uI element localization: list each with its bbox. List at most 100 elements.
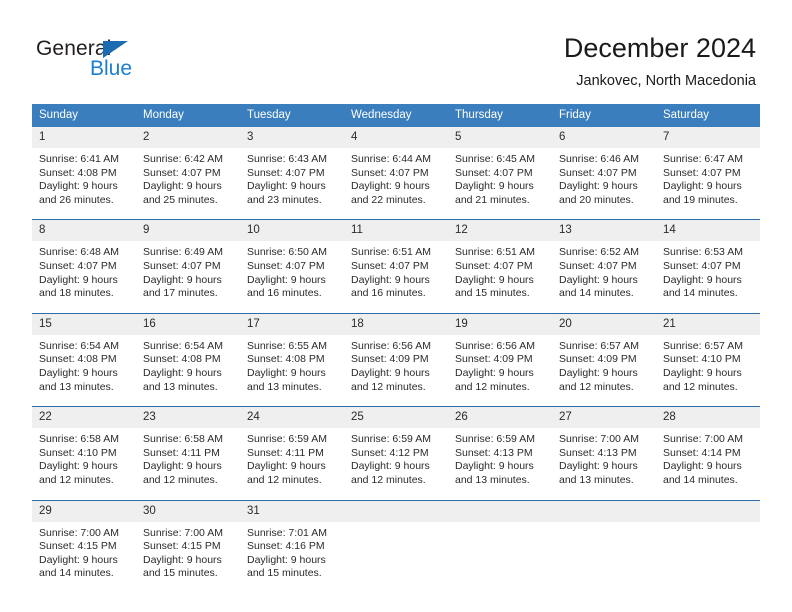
day-number (552, 500, 656, 522)
calendar-day-cell[interactable]: 1 Sunrise: 6:41 AM Sunset: 4:08 PM Daylight… (32, 127, 136, 220)
sunset-text: Sunset: 4:07 PM (351, 259, 429, 272)
calendar-week-row: 29 Sunrise: 7:00 AM Sunset: 4:15 PM Dayligh… (32, 499, 760, 593)
sunrise-text: Sunrise: 6:48 AM (39, 246, 119, 259)
day-number: 9 (136, 220, 240, 242)
day-number: 24 (240, 407, 344, 429)
calendar-day-cell[interactable]: 22 Sunrise: 6:58 AM Sunset: 4:10 PM Dayligh… (32, 406, 136, 500)
calendar-body: 1 Sunrise: 6:41 AM Sunset: 4:08 PM Daylight… (32, 127, 760, 593)
calendar-day-cell[interactable]: 18 Sunrise: 6:56 AM Sunset: 4:09 PM Dayligh… (344, 312, 448, 407)
daylight-text-cont: and 21 minutes. (455, 193, 530, 206)
calendar-day-cell[interactable]: 23 Sunrise: 6:58 AM Sunset: 4:11 PM Dayligh… (136, 406, 240, 500)
daylight-text-cont: and 14 minutes. (39, 567, 114, 580)
calendar-day-cell[interactable]: 26 Sunrise: 6:59 AM Sunset: 4:13 PM Dayligh… (448, 406, 552, 500)
sunrise-text: Sunrise: 6:52 AM (559, 246, 639, 259)
sunset-text: Sunset: 4:15 PM (143, 540, 221, 553)
sunrise-text: Sunrise: 7:00 AM (663, 433, 743, 446)
daylight-text-cont: and 14 minutes. (559, 287, 634, 300)
daylight-text: Daylight: 9 hours (39, 460, 118, 473)
sunset-text: Sunset: 4:08 PM (39, 353, 117, 366)
daylight-text-cont: and 14 minutes. (663, 287, 738, 300)
calendar-day-cell[interactable]: 2 Sunrise: 6:42 AM Sunset: 4:07 PM Daylight… (136, 127, 240, 220)
sunrise-text: Sunrise: 6:51 AM (351, 246, 431, 259)
daylight-text-cont: and 13 minutes. (39, 380, 114, 393)
calendar-table: Sunday Monday Tuesday Wednesday Thursday… (32, 104, 760, 593)
sunrise-text: Sunrise: 7:00 AM (39, 526, 119, 539)
calendar-day-cell[interactable]: 25 Sunrise: 6:59 AM Sunset: 4:12 PM Dayligh… (344, 406, 448, 500)
calendar-day-cell[interactable]: 6 Sunrise: 6:46 AM Sunset: 4:07 PM Daylight… (552, 127, 656, 220)
calendar-day-cell[interactable]: 5 Sunrise: 6:45 AM Sunset: 4:07 PM Daylight… (448, 127, 552, 220)
weekday-header-saturday: Saturday (656, 104, 760, 127)
calendar-day-cell[interactable]: 9 Sunrise: 6:49 AM Sunset: 4:07 PM Daylight… (136, 219, 240, 314)
calendar-day-cell[interactable]: 17 Sunrise: 6:55 AM Sunset: 4:08 PM Dayligh… (240, 312, 344, 407)
calendar-day-cell[interactable]: 19 Sunrise: 6:56 AM Sunset: 4:09 PM Dayligh… (448, 312, 552, 407)
sunset-text: Sunset: 4:08 PM (39, 166, 117, 179)
daylight-text-cont: and 26 minutes. (39, 193, 114, 206)
calendar-day-cell[interactable]: 4 Sunrise: 6:44 AM Sunset: 4:07 PM Daylight… (344, 127, 448, 220)
day-details: Sunrise: 6:48 AM Sunset: 4:07 PM Daylight:… (32, 241, 136, 312)
day-details: Sunrise: 6:52 AM Sunset: 4:07 PM Daylight:… (552, 241, 656, 312)
daylight-text: Daylight: 9 hours (143, 460, 222, 473)
calendar-day-cell[interactable]: 30 Sunrise: 7:00 AM Sunset: 4:15 PM Dayligh… (136, 499, 240, 593)
daylight-text: Daylight: 9 hours (663, 460, 742, 473)
daylight-text: Daylight: 9 hours (559, 460, 638, 473)
sunset-text: Sunset: 4:09 PM (351, 353, 429, 366)
calendar-day-cell[interactable]: 11 Sunrise: 6:51 AM Sunset: 4:07 PM Dayligh… (344, 219, 448, 314)
calendar-day-cell[interactable]: 14 Sunrise: 6:53 AM Sunset: 4:07 PM Dayligh… (656, 219, 760, 314)
sunset-text: Sunset: 4:10 PM (663, 353, 741, 366)
day-number: 1 (32, 127, 136, 148)
sunset-text: Sunset: 4:13 PM (455, 446, 533, 459)
calendar-day-cell[interactable]: 27 Sunrise: 7:00 AM Sunset: 4:13 PM Dayligh… (552, 406, 656, 500)
day-number: 6 (552, 127, 656, 148)
daylight-text: Daylight: 9 hours (143, 273, 222, 286)
daylight-text-cont: and 12 minutes. (351, 380, 426, 393)
calendar-day-cell[interactable]: 13 Sunrise: 6:52 AM Sunset: 4:07 PM Dayligh… (552, 219, 656, 314)
calendar-day-cell[interactable]: 29 Sunrise: 7:00 AM Sunset: 4:15 PM Dayligh… (32, 499, 136, 593)
day-details (344, 522, 448, 580)
day-details: Sunrise: 6:59 AM Sunset: 4:13 PM Daylight:… (448, 428, 552, 499)
day-details: Sunrise: 6:47 AM Sunset: 4:07 PM Daylight:… (656, 148, 760, 219)
brand-logo[interactable]: General Blue (36, 38, 226, 88)
daylight-text-cont: and 22 minutes. (351, 193, 426, 206)
calendar-day-cell[interactable]: 12 Sunrise: 6:51 AM Sunset: 4:07 PM Dayligh… (448, 219, 552, 314)
daylight-text: Daylight: 9 hours (143, 180, 222, 193)
day-details: Sunrise: 7:01 AM Sunset: 4:16 PM Daylight:… (240, 522, 344, 593)
weekday-header-sunday: Sunday (32, 104, 136, 127)
sunrise-text: Sunrise: 6:44 AM (351, 153, 431, 165)
calendar-day-cell[interactable]: 3 Sunrise: 6:43 AM Sunset: 4:07 PM Daylight… (240, 127, 344, 220)
calendar-day-cell[interactable]: 15 Sunrise: 6:54 AM Sunset: 4:08 PM Dayligh… (32, 312, 136, 407)
day-number: 30 (136, 500, 240, 522)
calendar-day-cell[interactable]: 8 Sunrise: 6:48 AM Sunset: 4:07 PM Daylight… (32, 219, 136, 314)
day-details: Sunrise: 6:43 AM Sunset: 4:07 PM Daylight:… (240, 148, 344, 219)
day-number: 26 (448, 407, 552, 429)
calendar-day-cell[interactable]: 10 Sunrise: 6:50 AM Sunset: 4:07 PM Dayligh… (240, 219, 344, 314)
sunrise-text: Sunrise: 6:50 AM (247, 246, 327, 259)
sunrise-text: Sunrise: 6:41 AM (39, 153, 119, 165)
day-details: Sunrise: 7:00 AM Sunset: 4:13 PM Daylight:… (552, 428, 656, 499)
day-number: 19 (448, 313, 552, 335)
sunset-text: Sunset: 4:07 PM (39, 259, 117, 272)
calendar-day-cell[interactable]: 31 Sunrise: 7:01 AM Sunset: 4:16 PM Dayligh… (240, 499, 344, 593)
sunset-text: Sunset: 4:15 PM (39, 540, 117, 553)
calendar-day-cell[interactable]: 7 Sunrise: 6:47 AM Sunset: 4:07 PM Daylight… (656, 127, 760, 220)
day-details: Sunrise: 6:53 AM Sunset: 4:07 PM Daylight:… (656, 241, 760, 312)
daylight-text: Daylight: 9 hours (351, 460, 430, 473)
day-details: Sunrise: 6:50 AM Sunset: 4:07 PM Daylight:… (240, 241, 344, 312)
sunrise-text: Sunrise: 7:01 AM (247, 526, 327, 539)
day-details: Sunrise: 6:56 AM Sunset: 4:09 PM Daylight:… (448, 335, 552, 406)
sunset-text: Sunset: 4:13 PM (559, 446, 637, 459)
calendar-day-cell[interactable]: 21 Sunrise: 6:57 AM Sunset: 4:10 PM Dayligh… (656, 312, 760, 407)
weekday-header-thursday: Thursday (448, 104, 552, 127)
sunset-text: Sunset: 4:09 PM (455, 353, 533, 366)
daylight-text-cont: and 12 minutes. (39, 473, 114, 486)
calendar-day-cell-empty (448, 499, 552, 593)
daylight-text: Daylight: 9 hours (559, 180, 638, 193)
day-number (344, 500, 448, 522)
day-number: 20 (552, 313, 656, 335)
calendar-week-row: 15 Sunrise: 6:54 AM Sunset: 4:08 PM Dayligh… (32, 312, 760, 407)
calendar-day-cell[interactable]: 20 Sunrise: 6:57 AM Sunset: 4:09 PM Dayligh… (552, 312, 656, 407)
calendar-day-cell[interactable]: 16 Sunrise: 6:54 AM Sunset: 4:08 PM Dayligh… (136, 312, 240, 407)
calendar-day-cell[interactable]: 24 Sunrise: 6:59 AM Sunset: 4:11 PM Dayligh… (240, 406, 344, 500)
calendar-week-row: 22 Sunrise: 6:58 AM Sunset: 4:10 PM Dayligh… (32, 406, 760, 500)
calendar-day-cell[interactable]: 28 Sunrise: 7:00 AM Sunset: 4:14 PM Dayligh… (656, 406, 760, 500)
daylight-text: Daylight: 9 hours (351, 366, 430, 379)
